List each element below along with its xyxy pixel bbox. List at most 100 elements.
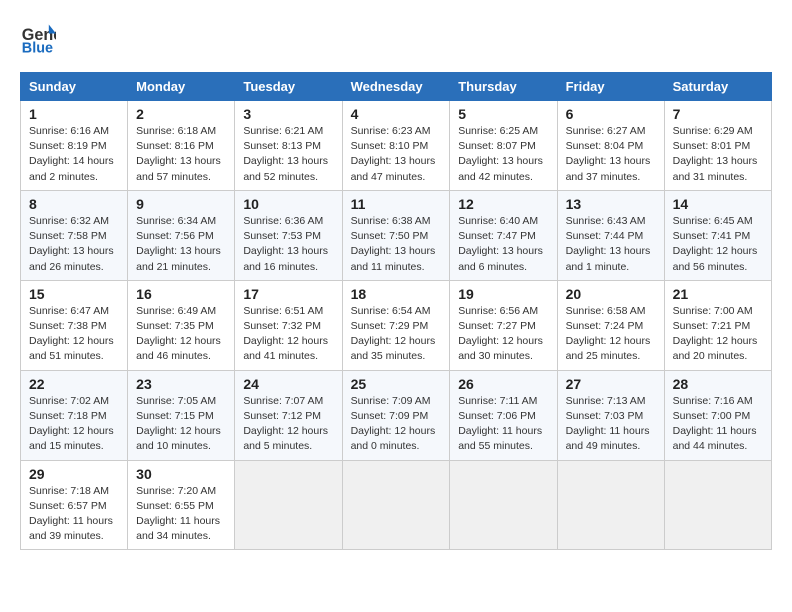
day-number: 12 — [458, 196, 548, 212]
day-number: 17 — [243, 286, 333, 302]
day-info: Sunrise: 6:36 AM Sunset: 7:53 PM Dayligh… — [243, 214, 333, 275]
day-number: 23 — [136, 376, 226, 392]
calendar-table: SundayMondayTuesdayWednesdayThursdayFrid… — [20, 72, 772, 550]
calendar-cell: 8Sunrise: 6:32 AM Sunset: 7:58 PM Daylig… — [21, 190, 128, 280]
day-info: Sunrise: 6:27 AM Sunset: 8:04 PM Dayligh… — [566, 124, 656, 185]
calendar-cell: 11 Sunrise: 6:38 AM Sunset: 7:50 PM Dayli… — [342, 190, 450, 280]
calendar-cell — [450, 460, 557, 550]
calendar-cell: 13 Sunrise: 6:43 AM Sunset: 7:44 PM Dayli… — [557, 190, 664, 280]
calendar-cell — [342, 460, 450, 550]
calendar-cell: 29 Sunrise: 7:18 AM Sunset: 6:57 PM Dayli… — [21, 460, 128, 550]
calendar-cell: 10 Sunrise: 6:36 AM Sunset: 7:53 PM Dayli… — [235, 190, 342, 280]
calendar-cell: 6 Sunrise: 6:27 AM Sunset: 8:04 PM Daylig… — [557, 101, 664, 191]
day-info: Sunrise: 6:29 AM Sunset: 8:01 PM Dayligh… — [673, 124, 763, 185]
day-info: Sunrise: 6:38 AM Sunset: 7:50 PM Dayligh… — [351, 214, 442, 275]
day-info: Sunrise: 7:16 AM Sunset: 7:00 PM Dayligh… — [673, 394, 763, 455]
calendar-cell: 15Sunrise: 6:47 AM Sunset: 7:38 PM Dayli… — [21, 280, 128, 370]
day-number: 16 — [136, 286, 226, 302]
day-number: 14 — [673, 196, 763, 212]
calendar-cell: 27 Sunrise: 7:13 AM Sunset: 7:03 PM Dayli… — [557, 370, 664, 460]
day-info: Sunrise: 6:18 AM Sunset: 8:16 PM Dayligh… — [136, 124, 226, 185]
calendar-cell: 12 Sunrise: 6:40 AM Sunset: 7:47 PM Dayli… — [450, 190, 557, 280]
calendar-cell: 18 Sunrise: 6:54 AM Sunset: 7:29 PM Dayli… — [342, 280, 450, 370]
calendar-cell — [664, 460, 771, 550]
calendar-cell: 14 Sunrise: 6:45 AM Sunset: 7:41 PM Dayli… — [664, 190, 771, 280]
calendar-cell: 3 Sunrise: 6:21 AM Sunset: 8:13 PM Daylig… — [235, 101, 342, 191]
weekday-header-wednesday: Wednesday — [342, 73, 450, 101]
calendar-cell: 28 Sunrise: 7:16 AM Sunset: 7:00 PM Dayli… — [664, 370, 771, 460]
day-info: Sunrise: 6:47 AM Sunset: 7:38 PM Dayligh… — [29, 304, 119, 365]
day-number: 8 — [29, 196, 119, 212]
calendar-cell: 17Sunrise: 6:51 AM Sunset: 7:32 PM Dayli… — [235, 280, 342, 370]
day-info: Sunrise: 7:05 AM Sunset: 7:15 PM Dayligh… — [136, 394, 226, 455]
day-number: 18 — [351, 286, 442, 302]
day-info: Sunrise: 6:45 AM Sunset: 7:41 PM Dayligh… — [673, 214, 763, 275]
day-info: Sunrise: 7:02 AM Sunset: 7:18 PM Dayligh… — [29, 394, 119, 455]
calendar-cell: 4 Sunrise: 6:23 AM Sunset: 8:10 PM Daylig… — [342, 101, 450, 191]
calendar-week-row: 22 Sunrise: 7:02 AM Sunset: 7:18 PM Dayli… — [21, 370, 772, 460]
day-info: Sunrise: 7:11 AM Sunset: 7:06 PM Dayligh… — [458, 394, 548, 455]
calendar-week-row: 29 Sunrise: 7:18 AM Sunset: 6:57 PM Dayli… — [21, 460, 772, 550]
day-info: Sunrise: 7:00 AM Sunset: 7:21 PM Dayligh… — [673, 304, 763, 365]
weekday-header-friday: Friday — [557, 73, 664, 101]
day-info: Sunrise: 6:16 AM Sunset: 8:19 PM Dayligh… — [29, 124, 119, 185]
page-header: General Blue — [20, 20, 772, 56]
day-number: 19 — [458, 286, 548, 302]
day-info: Sunrise: 6:40 AM Sunset: 7:47 PM Dayligh… — [458, 214, 548, 275]
day-number: 27 — [566, 376, 656, 392]
day-number: 3 — [243, 106, 333, 122]
calendar-cell — [557, 460, 664, 550]
day-number: 20 — [566, 286, 656, 302]
calendar-cell: 20 Sunrise: 6:58 AM Sunset: 7:24 PM Dayli… — [557, 280, 664, 370]
day-info: Sunrise: 7:18 AM Sunset: 6:57 PM Dayligh… — [29, 484, 119, 545]
day-number: 24 — [243, 376, 333, 392]
day-info: Sunrise: 7:09 AM Sunset: 7:09 PM Dayligh… — [351, 394, 442, 455]
day-number: 10 — [243, 196, 333, 212]
calendar-cell: 7 Sunrise: 6:29 AM Sunset: 8:01 PM Daylig… — [664, 101, 771, 191]
day-info: Sunrise: 6:21 AM Sunset: 8:13 PM Dayligh… — [243, 124, 333, 185]
logo: General Blue — [20, 20, 60, 56]
calendar-cell: 25 Sunrise: 7:09 AM Sunset: 7:09 PM Dayli… — [342, 370, 450, 460]
weekday-header-row: SundayMondayTuesdayWednesdayThursdayFrid… — [21, 73, 772, 101]
day-number: 25 — [351, 376, 442, 392]
day-number: 26 — [458, 376, 548, 392]
day-info: Sunrise: 6:23 AM Sunset: 8:10 PM Dayligh… — [351, 124, 442, 185]
day-number: 30 — [136, 466, 226, 482]
calendar-week-row: 15Sunrise: 6:47 AM Sunset: 7:38 PM Dayli… — [21, 280, 772, 370]
calendar-cell: 30 Sunrise: 7:20 AM Sunset: 6:55 PM Dayli… — [128, 460, 235, 550]
day-number: 21 — [673, 286, 763, 302]
day-number: 22 — [29, 376, 119, 392]
day-info: Sunrise: 6:43 AM Sunset: 7:44 PM Dayligh… — [566, 214, 656, 275]
calendar-cell: 26 Sunrise: 7:11 AM Sunset: 7:06 PM Dayli… — [450, 370, 557, 460]
day-info: Sunrise: 7:13 AM Sunset: 7:03 PM Dayligh… — [566, 394, 656, 455]
day-info: Sunrise: 6:56 AM Sunset: 7:27 PM Dayligh… — [458, 304, 548, 365]
day-number: 1 — [29, 106, 119, 122]
day-number: 6 — [566, 106, 656, 122]
day-info: Sunrise: 6:58 AM Sunset: 7:24 PM Dayligh… — [566, 304, 656, 365]
calendar-cell: 21 Sunrise: 7:00 AM Sunset: 7:21 PM Dayli… — [664, 280, 771, 370]
calendar-cell: 9Sunrise: 6:34 AM Sunset: 7:56 PM Daylig… — [128, 190, 235, 280]
calendar-cell: 1 Sunrise: 6:16 AM Sunset: 8:19 PM Daylig… — [21, 101, 128, 191]
calendar-cell: 16Sunrise: 6:49 AM Sunset: 7:35 PM Dayli… — [128, 280, 235, 370]
calendar-cell: 19 Sunrise: 6:56 AM Sunset: 7:27 PM Dayli… — [450, 280, 557, 370]
day-info: Sunrise: 6:54 AM Sunset: 7:29 PM Dayligh… — [351, 304, 442, 365]
day-number: 11 — [351, 196, 442, 212]
day-number: 29 — [29, 466, 119, 482]
svg-text:Blue: Blue — [22, 40, 53, 56]
weekday-header-saturday: Saturday — [664, 73, 771, 101]
calendar-week-row: 8Sunrise: 6:32 AM Sunset: 7:58 PM Daylig… — [21, 190, 772, 280]
calendar-cell: 24Sunrise: 7:07 AM Sunset: 7:12 PM Dayli… — [235, 370, 342, 460]
day-number: 13 — [566, 196, 656, 212]
day-info: Sunrise: 6:25 AM Sunset: 8:07 PM Dayligh… — [458, 124, 548, 185]
day-number: 5 — [458, 106, 548, 122]
calendar-cell: 5 Sunrise: 6:25 AM Sunset: 8:07 PM Daylig… — [450, 101, 557, 191]
weekday-header-monday: Monday — [128, 73, 235, 101]
day-number: 28 — [673, 376, 763, 392]
day-number: 2 — [136, 106, 226, 122]
day-number: 7 — [673, 106, 763, 122]
day-info: Sunrise: 7:20 AM Sunset: 6:55 PM Dayligh… — [136, 484, 226, 545]
weekday-header-thursday: Thursday — [450, 73, 557, 101]
day-number: 4 — [351, 106, 442, 122]
calendar-week-row: 1 Sunrise: 6:16 AM Sunset: 8:19 PM Daylig… — [21, 101, 772, 191]
calendar-cell — [235, 460, 342, 550]
